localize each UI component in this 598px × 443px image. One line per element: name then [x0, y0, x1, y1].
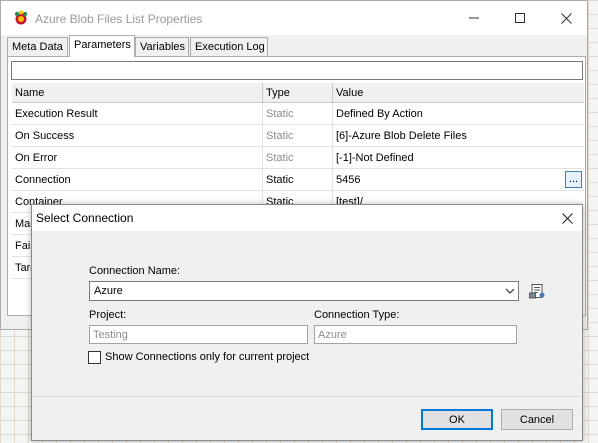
- row-type: Static: [263, 103, 333, 124]
- row-value[interactable]: Defined By Action: [333, 103, 584, 124]
- table-row[interactable]: Execution Result Static Defined By Actio…: [12, 103, 584, 125]
- dialog-close-button[interactable]: [552, 205, 582, 231]
- row-name: Execution Result: [12, 103, 263, 124]
- table-row[interactable]: On Success Static [6]-Azure Blob Delete …: [12, 125, 584, 147]
- row-value[interactable]: 5456 ...: [333, 169, 584, 190]
- cancel-button[interactable]: Cancel: [501, 409, 573, 430]
- connection-name-value: Azure: [94, 285, 123, 297]
- minimize-icon: [469, 17, 479, 19]
- dialog-body: Connection Name: Azure Project: Testing …: [32, 231, 582, 396]
- chevron-down-icon: [505, 288, 515, 294]
- connection-type-label: Connection Type:: [314, 309, 400, 321]
- table-row[interactable]: On Error Static [-1]-Not Defined: [12, 147, 584, 169]
- dialog-title-bar[interactable]: Select Connection: [32, 205, 582, 231]
- row-value[interactable]: [6]-Azure Blob Delete Files: [333, 125, 584, 146]
- window-title: Azure Blob Files List Properties: [35, 12, 203, 26]
- select-connection-dialog: Select Connection Connection Name: Azure…: [31, 204, 583, 441]
- filter-input[interactable]: [11, 61, 583, 80]
- row-name: On Error: [12, 147, 263, 168]
- tab-variables[interactable]: Variables: [135, 37, 189, 57]
- title-bar[interactable]: Azure Blob Files List Properties: [1, 1, 587, 35]
- close-icon: [560, 12, 572, 24]
- maximize-icon: [515, 13, 525, 23]
- row-name: On Success: [12, 125, 263, 146]
- connection-name-label: Connection Name:: [89, 265, 181, 277]
- column-header-value[interactable]: Value: [333, 83, 584, 102]
- row-value[interactable]: [-1]-Not Defined: [333, 147, 584, 168]
- connection-name-select[interactable]: Azure: [89, 281, 519, 301]
- project-label: Project:: [89, 309, 127, 321]
- connection-type-field: Azure: [314, 325, 517, 344]
- grid-header: Name Type Value: [12, 83, 584, 103]
- current-project-checkbox[interactable]: [88, 351, 101, 364]
- row-value-text: 5456: [336, 173, 361, 186]
- tab-meta-data[interactable]: Meta Data: [7, 37, 68, 57]
- project-field: Testing: [89, 325, 308, 344]
- row-type: Static: [263, 125, 333, 146]
- maximize-button[interactable]: [497, 1, 543, 35]
- row-name: Connection: [12, 169, 263, 190]
- row-type: Static: [263, 169, 333, 190]
- minimize-button[interactable]: [451, 1, 497, 35]
- dialog-footer: OK Cancel: [32, 396, 582, 440]
- app-icon: [14, 10, 28, 25]
- properties-icon[interactable]: [529, 283, 545, 299]
- tab-parameters[interactable]: Parameters: [69, 35, 135, 57]
- close-button[interactable]: [543, 1, 589, 35]
- browse-connection-button[interactable]: ...: [565, 171, 582, 188]
- column-header-type[interactable]: Type: [263, 83, 333, 102]
- column-header-name[interactable]: Name: [12, 83, 263, 102]
- close-icon: [561, 212, 573, 224]
- ok-button[interactable]: OK: [421, 409, 493, 430]
- dialog-title: Select Connection: [36, 211, 134, 225]
- tab-execution-log[interactable]: Execution Log: [190, 37, 268, 57]
- row-type: Static: [263, 147, 333, 168]
- current-project-checkbox-label[interactable]: Show Connections only for current projec…: [105, 351, 309, 363]
- table-row[interactable]: Connection Static 5456 ...: [12, 169, 584, 191]
